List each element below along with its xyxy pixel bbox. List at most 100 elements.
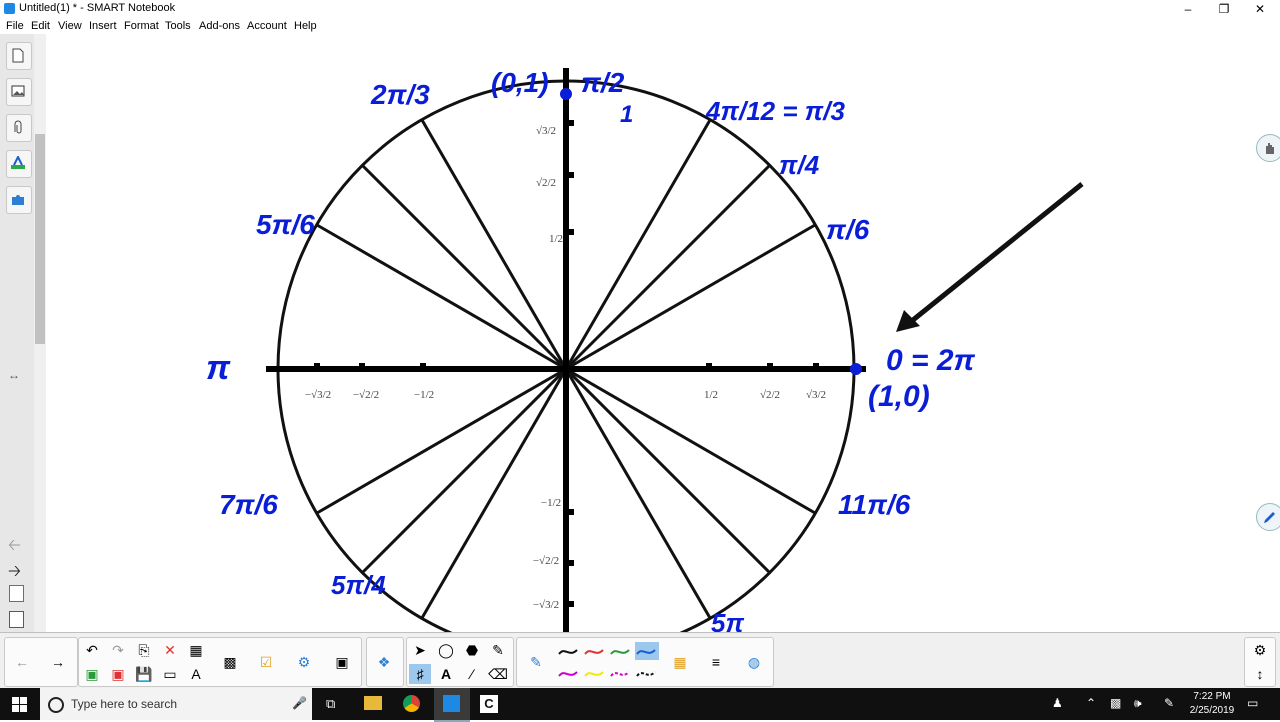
vertical-scrollbar[interactable] <box>34 34 46 632</box>
response-button[interactable]: ☑ <box>255 652 277 672</box>
bottom-toolbar: ← → ↶ ↷ ⎘ ✕ ▦ ▣ ▣ 💾 ▭ A ▩ ☑ ⚙ ▣ ❖ ➤ ◯ ⬣ … <box>0 632 1280 689</box>
tick-label-x-neg-sqrt3-2: −√3/2 <box>305 389 331 401</box>
camtasia-icon[interactable]: C <box>480 695 498 713</box>
microphone-icon[interactable]: 🎤 <box>292 696 307 710</box>
pen-type-button[interactable]: ✎ <box>525 652 547 672</box>
lines-tool[interactable]: ♯ <box>409 664 431 684</box>
windows-start-icon[interactable] <box>12 697 27 712</box>
point-top <box>560 88 572 100</box>
next-page-button[interactable]: → <box>47 652 69 672</box>
tick-label-y-sqrt2-2: √2/2 <box>536 177 556 189</box>
eraser-tool[interactable]: ⌫ <box>487 664 509 684</box>
show-hidden-icons[interactable]: ⌃ <box>1086 696 1096 710</box>
taskbar-search-box[interactable]: Type here to search 🎤 <box>40 688 312 720</box>
hand-tool-tab[interactable] <box>1256 134 1280 162</box>
clock-date: 2/25/2019 <box>1189 705 1235 716</box>
delete-button[interactable]: ✕ <box>159 640 181 660</box>
resize-handle-icon[interactable]: ↔ <box>8 368 20 382</box>
side-tabs: ↔ 🡠 🡢 <box>0 34 35 632</box>
capture-button[interactable]: ▣ <box>331 652 353 672</box>
screen-shade-button[interactable]: ▭ <box>159 664 181 684</box>
shapes-tool[interactable]: ◯ <box>435 640 457 660</box>
settings-gear-icon[interactable]: ⚙ <box>1249 640 1271 660</box>
text-tool[interactable]: A <box>435 664 457 684</box>
pens-group: ✎ ▦ ≡ ◍ <box>516 637 774 687</box>
label-bottom-partial: 5π <box>711 608 744 632</box>
lab-button[interactable]: ⚙ <box>293 652 315 672</box>
label-q2-a: 2π/3 <box>370 79 430 110</box>
tick-label-x-neg-half: −1/2 <box>414 389 434 401</box>
settings-group: ⚙ ↕ <box>1244 637 1276 687</box>
menu-add-ons[interactable]: Add-ons <box>199 20 240 32</box>
undo-button[interactable]: ↶ <box>81 640 103 660</box>
color-palette-button[interactable]: ▦ <box>669 652 691 672</box>
menu-view[interactable]: View <box>58 20 82 32</box>
restore-button[interactable]: ❐ <box>1206 0 1242 18</box>
pen-tool-tab[interactable] <box>1256 503 1280 531</box>
paste-button[interactable]: ⎘ <box>133 640 155 660</box>
add-ons-tab[interactable] <box>6 186 32 214</box>
close-button[interactable]: ✕ <box>1242 0 1278 18</box>
pointer-arrow-head <box>896 310 920 332</box>
people-icon[interactable]: ♟ <box>1052 696 1063 710</box>
chrome-icon[interactable] <box>403 695 420 712</box>
edit-group: ↶ ↷ ⎘ ✕ ▦ ▣ ▣ 💾 ▭ A ▩ ☑ ⚙ ▣ <box>78 637 362 687</box>
properties-icon <box>11 156 25 169</box>
table-button[interactable]: ▦ <box>185 640 207 660</box>
menu-bar: File Edit View Insert Format Tools Add-o… <box>0 18 1280 34</box>
task-view-icon[interactable]: ⧉ <box>326 696 335 712</box>
previous-page-button[interactable]: ← <box>11 652 33 672</box>
pen-workspace-icon[interactable]: ✎ <box>1164 696 1174 710</box>
line-style-button[interactable]: ≡ <box>705 652 727 672</box>
attachments-tab[interactable] <box>6 114 32 142</box>
taskbar-clock[interactable]: 7:22 PM 2/25/2019 <box>1186 690 1238 718</box>
minimize-button[interactable]: – <box>1170 0 1206 18</box>
smart-notebook-icon <box>4 3 15 14</box>
add-page-icon[interactable] <box>9 585 24 602</box>
page-sorter-tab[interactable] <box>6 42 32 70</box>
whiteboard-canvas[interactable]: √3/2 √2/2 1/2 −1/2 −√2/2 −√3/2 1/2 √2/2 … <box>46 34 1280 632</box>
text-format-button[interactable]: A <box>185 664 207 684</box>
delete-page-button[interactable]: ▣ <box>107 664 129 684</box>
menu-tools[interactable]: Tools <box>165 20 191 32</box>
menu-insert[interactable]: Insert <box>89 20 117 32</box>
label-top-point: (0,1) <box>491 67 549 98</box>
redo-button[interactable]: ↷ <box>107 640 129 660</box>
previous-page-icon[interactable]: 🡠 <box>8 534 21 561</box>
smart-notebook-taskbar-button[interactable] <box>434 688 470 722</box>
clock-time: 7:22 PM <box>1193 691 1231 702</box>
toolbar-move-icon[interactable]: ↕ <box>1249 664 1271 684</box>
add-page-button[interactable]: ▣ <box>81 664 103 684</box>
select-tool[interactable]: ➤ <box>409 640 431 660</box>
line-tool[interactable]: ∕ <box>461 664 483 684</box>
tick-label-y-neg-half: −1/2 <box>541 497 561 509</box>
menu-account[interactable]: Account <box>247 20 287 32</box>
label-q1-c: π/6 <box>826 214 870 245</box>
file-explorer-icon[interactable] <box>364 696 382 710</box>
addons-button[interactable]: ❖ <box>373 652 395 672</box>
menu-help[interactable]: Help <box>294 20 317 32</box>
save-button[interactable]: 💾 <box>133 664 155 684</box>
windows-taskbar: Type here to search 🎤 ⧉ C ♟ ⌃ ▩ 🕪 ✎ 7:22… <box>0 688 1280 722</box>
notifications-icon[interactable]: ▭ <box>1247 696 1258 710</box>
menu-format[interactable]: Format <box>124 20 159 32</box>
magic-pen-tool[interactable]: ✎ <box>487 640 509 660</box>
network-icon[interactable]: ▩ <box>1110 696 1121 710</box>
scroll-thumb[interactable] <box>35 134 45 344</box>
menu-edit[interactable]: Edit <box>31 20 50 32</box>
gallery-tab[interactable] <box>6 78 32 106</box>
label-pi: π <box>206 349 231 387</box>
label-point-1-0: (1,0) <box>868 380 930 413</box>
menu-file[interactable]: File <box>6 20 24 32</box>
display-button[interactable]: ▩ <box>219 652 241 672</box>
search-placeholder: Type here to search <box>71 697 178 711</box>
more-options-button[interactable]: ◍ <box>743 652 765 672</box>
tick-label-y-neg-sqrt3-2: −√3/2 <box>533 599 559 611</box>
properties-tab[interactable] <box>6 150 32 178</box>
tick-label-y-neg-sqrt2-2: −√2/2 <box>533 555 559 567</box>
fill-tool[interactable]: ⬣ <box>461 640 483 660</box>
volume-icon[interactable]: 🕪 <box>1134 696 1142 711</box>
tick-label-x-sqrt2-2: √2/2 <box>760 389 780 401</box>
delete-page-icon[interactable] <box>9 611 24 628</box>
next-page-icon[interactable]: 🡢 <box>8 560 21 587</box>
